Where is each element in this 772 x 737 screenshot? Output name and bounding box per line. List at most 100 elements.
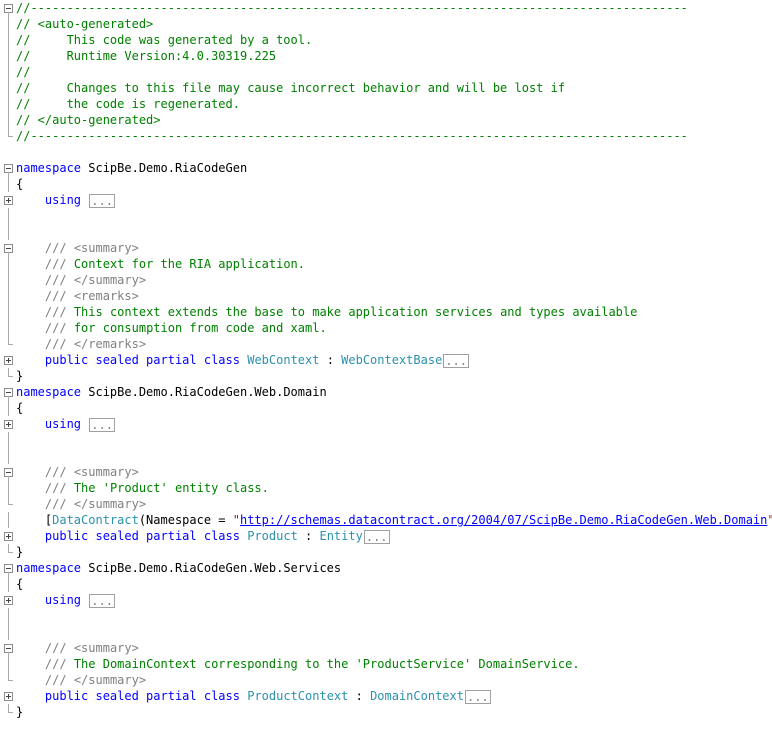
outline-gutter [0, 624, 14, 640]
code-text: public sealed partial class Product : En… [16, 528, 390, 544]
code-line[interactable]: /// The DomainContext corresponding to t… [0, 656, 772, 672]
code-line[interactable] [0, 224, 772, 240]
outline-gutter [0, 704, 14, 720]
code-line[interactable]: namespace ScipBe.Demo.RiaCodeGen.Web.Ser… [0, 560, 772, 576]
outline-gutter [0, 0, 14, 16]
code-line[interactable]: [DataContract(Namespace = "http://schema… [0, 512, 772, 528]
code-text: /// </summary> [16, 672, 146, 688]
outline-end-tick [8, 344, 13, 345]
code-token: WebContextBase [341, 353, 443, 367]
code-token: [ [16, 513, 53, 527]
code-line[interactable] [0, 448, 772, 464]
outline-gutter [0, 464, 14, 480]
code-line[interactable]: using ... [0, 592, 772, 608]
code-token: namespace [16, 561, 82, 575]
code-line[interactable]: // <auto-generated> [0, 16, 772, 32]
url-link[interactable]: http://schemas.datacontract.org/2004/07/… [240, 513, 767, 527]
code-line[interactable]: /// <summary> [0, 464, 772, 480]
code-line[interactable]: /// </summary> [0, 272, 772, 288]
code-line[interactable] [0, 624, 772, 640]
expand-icon[interactable] [4, 356, 13, 365]
code-token: // </auto-generated> [16, 113, 161, 127]
code-line[interactable]: public sealed partial class WebContext :… [0, 352, 772, 368]
code-line[interactable]: public sealed partial class Product : En… [0, 528, 772, 544]
code-line[interactable]: /// <remarks> [0, 288, 772, 304]
code-token: Context for the RIA application. [66, 257, 306, 271]
code-line[interactable]: /// <summary> [0, 640, 772, 656]
outline-gutter [0, 560, 14, 576]
expand-icon[interactable] [4, 196, 13, 205]
code-token: // Changes to this file may cause incorr… [16, 81, 566, 95]
code-line[interactable]: { [0, 176, 772, 192]
code-line[interactable]: /// </summary> [0, 672, 772, 688]
code-line[interactable] [0, 608, 772, 624]
code-line[interactable]: namespace ScipBe.Demo.RiaCodeGen.Web.Dom… [0, 384, 772, 400]
code-line[interactable]: } [0, 544, 772, 560]
collapsed-region-button[interactable]: ... [89, 193, 115, 208]
code-line[interactable]: // [0, 64, 772, 80]
code-text: //--------------------------------------… [16, 128, 688, 144]
code-line[interactable] [0, 144, 772, 160]
code-token: : [319, 353, 342, 367]
outline-line [8, 48, 9, 64]
outline-line [8, 112, 9, 128]
code-line[interactable]: // Changes to this file may cause incorr… [0, 80, 772, 96]
outline-gutter [0, 688, 14, 704]
code-token: { [16, 401, 24, 415]
code-line[interactable]: // Runtime Version:4.0.30319.225 [0, 48, 772, 64]
outline-gutter [0, 592, 14, 608]
collapsed-region-button[interactable]: ... [443, 353, 469, 368]
code-text: /// <summary> [16, 240, 139, 256]
collapsed-region-button[interactable]: ... [89, 593, 115, 608]
expand-icon[interactable] [4, 532, 13, 541]
code-line[interactable]: namespace ScipBe.Demo.RiaCodeGen [0, 160, 772, 176]
code-text: public sealed partial class WebContext :… [16, 352, 469, 368]
code-line[interactable]: // </auto-generated> [0, 112, 772, 128]
expand-icon[interactable] [4, 420, 13, 429]
code-line[interactable]: /// </remarks> [0, 336, 772, 352]
outline-gutter [0, 400, 14, 416]
code-token: : [348, 689, 371, 703]
code-line[interactable]: // the code is regenerated. [0, 96, 772, 112]
expand-icon[interactable] [4, 692, 13, 701]
code-token: </summary> [73, 273, 147, 287]
code-line[interactable]: public sealed partial class ProductConte… [0, 688, 772, 704]
code-text: /// </summary> [16, 496, 146, 512]
code-line[interactable]: /// Context for the RIA application. [0, 256, 772, 272]
outline-line [8, 304, 9, 320]
code-line[interactable]: /// for consumption from code and xaml. [0, 320, 772, 336]
code-line[interactable]: //--------------------------------------… [0, 128, 772, 144]
code-text: public sealed partial class ProductConte… [16, 688, 491, 704]
code-line[interactable]: } [0, 704, 772, 720]
code-line[interactable] [0, 208, 772, 224]
code-line[interactable]: using ... [0, 192, 772, 208]
outline-line [8, 208, 9, 224]
outline-gutter [0, 64, 14, 80]
code-editor[interactable]: //--------------------------------------… [0, 0, 772, 737]
code-line[interactable]: /// <summary> [0, 240, 772, 256]
code-line[interactable]: { [0, 400, 772, 416]
code-line[interactable]: /// </summary> [0, 496, 772, 512]
outline-gutter [0, 208, 14, 224]
code-token: /// [44, 673, 67, 687]
code-line[interactable]: } [0, 368, 772, 384]
collapsed-region-button[interactable]: ... [464, 689, 491, 704]
outline-gutter [0, 272, 14, 288]
code-line[interactable]: { [0, 576, 772, 592]
code-token: /// [44, 321, 67, 335]
code-line[interactable]: using ... [0, 416, 772, 432]
code-line[interactable]: //--------------------------------------… [0, 0, 772, 16]
expand-icon[interactable] [4, 596, 13, 605]
code-line[interactable] [0, 432, 772, 448]
outline-line [8, 272, 9, 288]
code-token: /// [44, 641, 67, 655]
code-token: </summary> [73, 497, 147, 511]
collapsed-region-button[interactable]: ... [363, 529, 390, 544]
outline-end-tick [8, 376, 13, 377]
code-line[interactable]: // This code was generated by a tool. [0, 32, 772, 48]
collapsed-region-button[interactable]: ... [89, 417, 115, 432]
code-line[interactable]: /// The 'Product' entity class. [0, 480, 772, 496]
code-line[interactable]: /// This context extends the base to mak… [0, 304, 772, 320]
